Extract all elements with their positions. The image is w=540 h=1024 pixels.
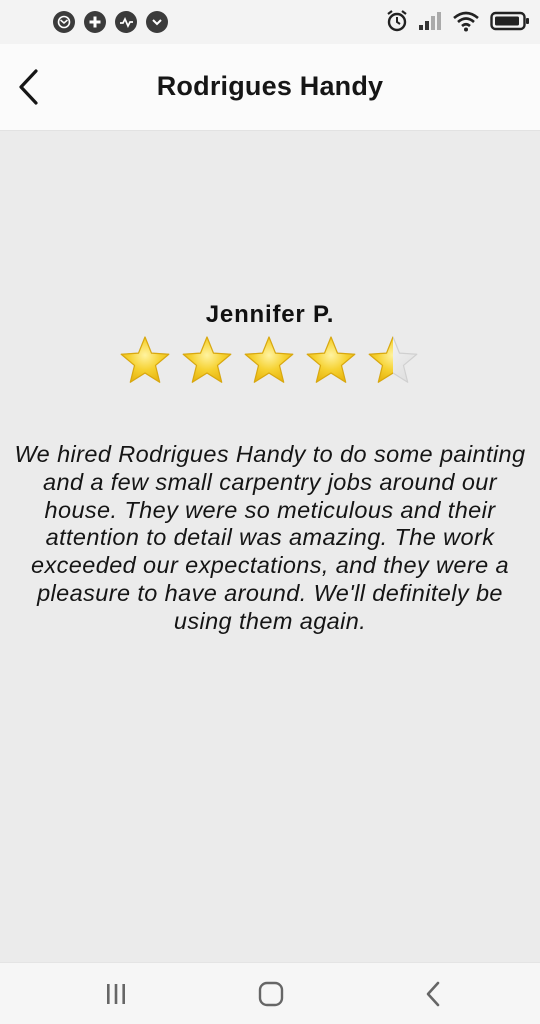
star-2 xyxy=(182,336,232,383)
star-5 xyxy=(368,336,418,383)
alarm-icon xyxy=(386,9,408,38)
wifi-icon xyxy=(452,10,480,37)
chevron-down-circle-icon xyxy=(146,11,168,33)
navigation-bar xyxy=(0,962,540,1024)
app-screen: Rodrigues Handy Jennifer P. We hired Rod… xyxy=(0,0,540,1024)
medical-app-icon xyxy=(84,11,106,33)
recent-apps-button[interactable] xyxy=(96,979,136,1009)
home-icon xyxy=(258,981,284,1007)
status-bar xyxy=(0,0,540,44)
signal-icon xyxy=(418,11,442,36)
review-content: Jennifer P. We hired Rodrigues Handy to … xyxy=(0,131,540,961)
status-bar-system xyxy=(386,9,530,38)
mail-notification-icon xyxy=(53,11,75,33)
pulse-app-icon xyxy=(115,11,137,33)
recent-apps-icon xyxy=(107,984,125,1004)
system-back-button[interactable] xyxy=(413,979,453,1009)
review-text: We hired Rodrigues Handy to do some pain… xyxy=(14,441,526,634)
star-1 xyxy=(120,336,170,383)
home-button[interactable] xyxy=(251,979,291,1009)
star-rating xyxy=(120,336,418,383)
battery-icon xyxy=(490,10,530,37)
app-bar: Rodrigues Handy xyxy=(0,44,540,131)
back-icon xyxy=(426,981,440,1007)
status-bar-notifications xyxy=(53,11,168,33)
page-title: Rodrigues Handy xyxy=(156,71,384,101)
reviewer-name: Jennifer P. xyxy=(205,301,335,328)
star-3 xyxy=(244,336,294,383)
star-4 xyxy=(306,336,356,383)
